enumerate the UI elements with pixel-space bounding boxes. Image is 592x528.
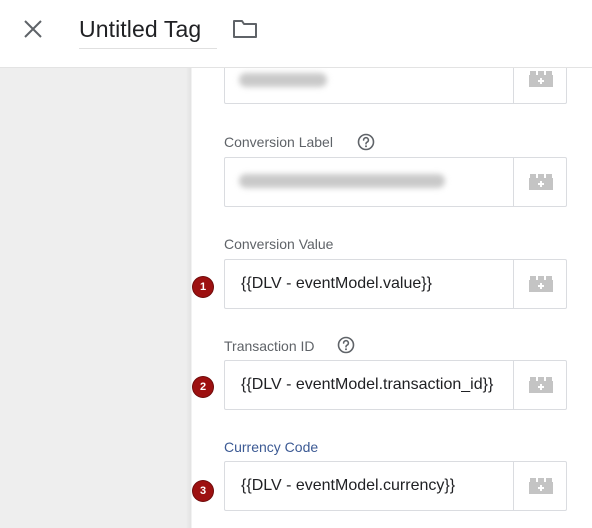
conversion-value-text: {{DLV - eventModel.value}} <box>241 275 432 292</box>
annotation-badge-1: 1 <box>193 277 213 297</box>
annotation-badge-3: 3 <box>193 481 213 501</box>
insert-variable-button[interactable] <box>513 260 566 308</box>
close-icon <box>24 20 42 38</box>
tag-name-underline <box>79 48 217 49</box>
insert-variable-button[interactable] <box>513 158 566 206</box>
folder-button[interactable] <box>231 17 259 41</box>
tag-editor-header: Untitled Tag <box>0 0 592 68</box>
transaction-id-text: {{DLV - eventModel.transaction_id}} <box>241 376 494 393</box>
variable-block-icon <box>529 174 553 190</box>
redacted-value <box>239 174 445 188</box>
left-panel <box>0 68 191 528</box>
transaction-id-input[interactable]: {{DLV - eventModel.transaction_id}} <box>224 360 567 410</box>
currency-code-text: {{DLV - eventModel.currency}} <box>241 477 456 494</box>
variable-block-icon <box>529 478 553 494</box>
conversion-label-label: Conversion Label <box>224 134 333 150</box>
variable-block-icon <box>529 71 553 87</box>
variable-block-icon <box>529 377 553 393</box>
conversion-label-input[interactable] <box>224 157 567 207</box>
insert-variable-button[interactable] <box>513 361 566 409</box>
transaction-id-label: Transaction ID <box>224 338 315 354</box>
close-button[interactable] <box>18 14 48 44</box>
conversion-value-input[interactable]: {{DLV - eventModel.value}} <box>224 259 567 309</box>
insert-variable-button[interactable] <box>513 462 566 510</box>
conversion-value-label: Conversion Value <box>224 236 334 252</box>
help-icon[interactable] <box>337 336 355 354</box>
currency-code-input[interactable]: {{DLV - eventModel.currency}} <box>224 461 567 511</box>
tag-name-input[interactable]: Untitled Tag <box>79 14 201 44</box>
currency-code-label: Currency Code <box>224 439 319 455</box>
variable-block-icon <box>529 276 553 292</box>
redacted-value <box>239 73 327 87</box>
help-icon[interactable] <box>357 133 375 151</box>
folder-icon <box>233 20 257 38</box>
annotation-badge-2: 2 <box>193 377 213 397</box>
